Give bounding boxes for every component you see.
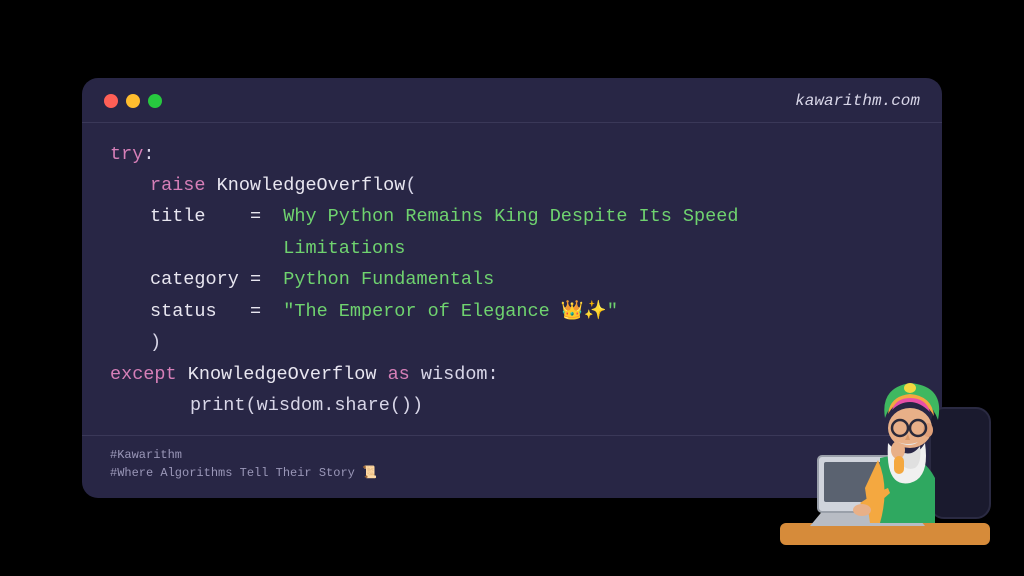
mascot-illustration <box>770 348 1000 558</box>
title-value: Why Python Remains King Despite Its Spee… <box>283 206 738 227</box>
arg-category: category <box>150 269 239 290</box>
site-label: kawarithm.com <box>795 92 920 110</box>
print-call: print(wisdom.share()) <box>190 395 423 416</box>
title-value-cont: Limitations <box>283 238 405 259</box>
minimize-icon[interactable] <box>126 94 140 108</box>
keyword-try: try <box>110 144 143 165</box>
category-value: Python Fundamentals <box>283 269 494 290</box>
arg-status: status <box>150 301 217 322</box>
status-value: "The Emperor of Elegance 👑✨" <box>283 301 618 322</box>
code-line: category = Python Fundamentals <box>110 264 914 295</box>
code-line: raise KnowledgeOverflow( <box>110 170 914 201</box>
keyword-raise: raise <box>150 175 206 196</box>
code-line: title = Why Python Remains King Despite … <box>110 201 914 232</box>
keyword-as: as <box>388 364 410 385</box>
close-icon[interactable] <box>104 94 118 108</box>
keyword-except: except <box>110 364 177 385</box>
traffic-lights <box>104 94 162 108</box>
code-line: status = "The Emperor of Elegance 👑✨" <box>110 296 914 327</box>
maximize-icon[interactable] <box>148 94 162 108</box>
arg-title: title <box>150 206 206 227</box>
class-name: KnowledgeOverflow <box>217 175 406 196</box>
code-line: Limitations <box>110 233 914 264</box>
code-line: try: <box>110 139 914 170</box>
titlebar: kawarithm.com <box>82 78 942 123</box>
